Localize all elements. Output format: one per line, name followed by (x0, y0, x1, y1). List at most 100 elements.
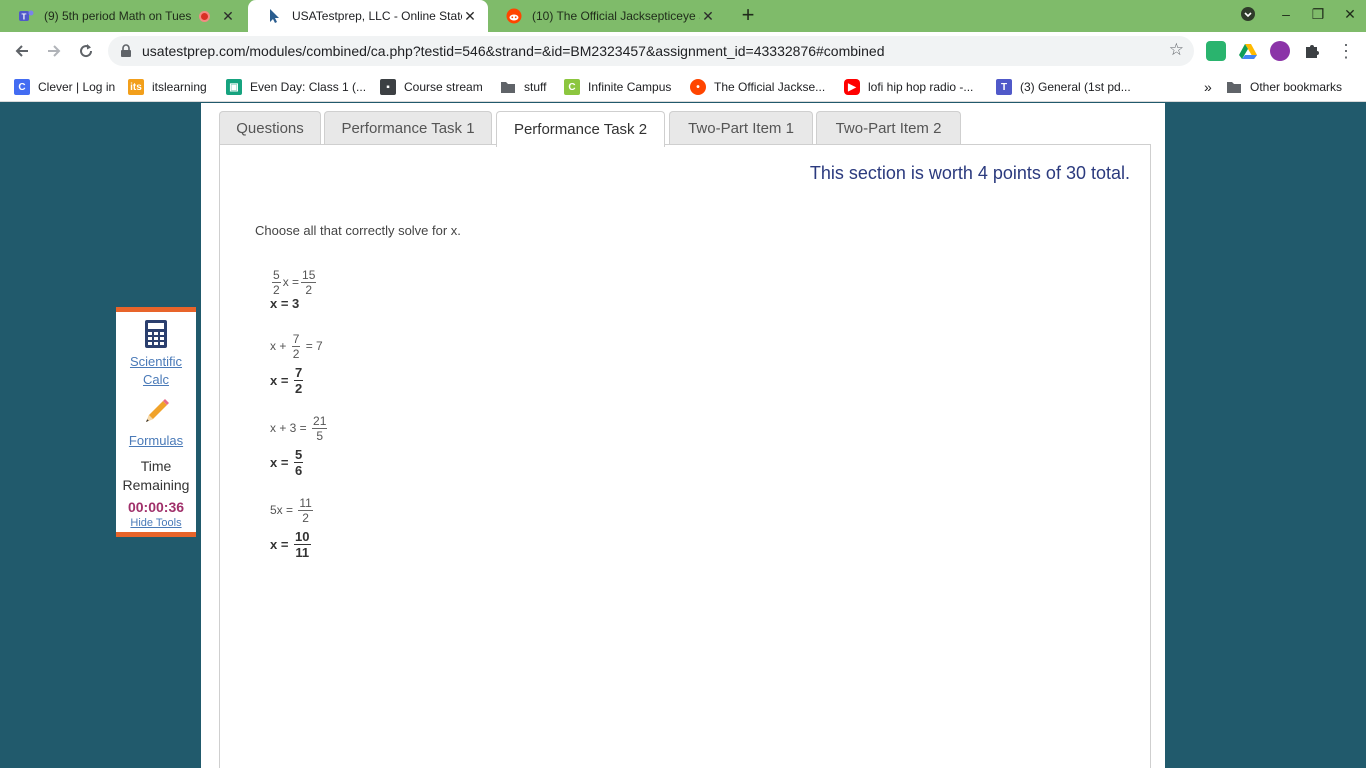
course-stream-icon: ▪ (380, 79, 396, 95)
bookmark-classroom[interactable]: ▣ Even Day: Class 1 (... (226, 78, 366, 96)
scientific-calc-tool[interactable]: Scientific Calc (116, 320, 196, 389)
bookmark-itslearning[interactable]: its itslearning (128, 78, 207, 96)
option-equation: 5x = 11 2 (270, 495, 313, 525)
teams-icon: T (18, 8, 34, 24)
fraction: 56 (294, 446, 304, 478)
bookmark-label: stuff (524, 80, 547, 94)
forward-button[interactable] (42, 39, 66, 63)
tools-panel: Scientific Calc Formulas Time Remaining 00… (116, 307, 196, 537)
tab-search-icon[interactable] (1238, 6, 1258, 26)
reddit-icon (506, 8, 522, 24)
itslearning-icon: its (128, 79, 144, 95)
timer-value: 00:00:36 (127, 499, 185, 515)
close-tab-icon[interactable]: ✕ (700, 8, 716, 24)
cursor-favicon-icon (266, 8, 282, 24)
option-equation: x + 72 = 7 (270, 331, 323, 361)
bookmark-teams-general[interactable]: T (3) General (1st pd... (996, 78, 1131, 96)
bookmark-label: (3) General (1st pd... (1020, 80, 1131, 94)
option-equation: x + 3 = 21 5 (270, 413, 328, 443)
bookmark-lofi[interactable]: ▶ lofi hip hop radio -... (844, 78, 973, 96)
bookmark-label: Infinite Campus (588, 80, 672, 94)
clever-icon: C (14, 79, 30, 95)
extension-w-icon[interactable] (1270, 41, 1290, 61)
grammar-extension-icon[interactable] (1206, 41, 1226, 61)
bookmark-label: Clever | Log in (38, 80, 116, 94)
scientific-calc-link[interactable]: Scientific Calc (116, 353, 196, 389)
test-content-area: Questions Performance Task 1 Performance… (201, 103, 1165, 768)
google-drive-icon[interactable] (1238, 41, 1258, 61)
classroom-icon: ▣ (226, 79, 242, 95)
bookmark-label: The Official Jackse... (714, 80, 826, 94)
bookmark-label: Course stream (404, 80, 483, 94)
hide-tools-link[interactable]: Hide Tools (116, 517, 196, 529)
fraction: 15 2 (301, 267, 317, 297)
browser-tab-bar: T (9) 5th period Math on Tues ✕ USATestp… (0, 0, 1366, 32)
time-label: Time Remaining (122, 458, 190, 493)
tab-performance-task-1[interactable]: Performance Task 1 (324, 111, 492, 145)
youtube-icon: ▶ (844, 79, 860, 95)
pencil-icon (141, 399, 171, 431)
svg-text:T: T (22, 13, 27, 22)
browser-toolbar: usatestprep.com/modules/combined/ca.php?… (0, 32, 1366, 70)
time-remaining: Time Remaining 00:00:36 (116, 457, 196, 515)
folder-icon (1226, 79, 1242, 95)
bookmark-clever[interactable]: C Clever | Log in (14, 78, 115, 96)
new-tab-button[interactable]: + (736, 4, 760, 28)
answer-option-3[interactable]: x + 3 = 21 5 x = 56 (270, 411, 329, 479)
close-tab-icon[interactable]: ✕ (220, 8, 236, 24)
close-tab-icon[interactable]: ✕ (462, 8, 478, 24)
address-bar[interactable]: usatestprep.com/modules/combined/ca.php?… (108, 36, 1194, 66)
reload-button[interactable] (74, 39, 98, 63)
extensions-puzzle-icon[interactable] (1302, 41, 1322, 61)
tab-title: (10) The Official Jacksepticeye S (532, 9, 700, 23)
folder-icon (500, 79, 516, 95)
other-bookmarks[interactable]: Other bookmarks (1226, 78, 1342, 96)
restore-icon[interactable]: ❐ (1308, 6, 1328, 26)
browser-tab-teams[interactable]: T (9) 5th period Math on Tues ✕ (0, 0, 246, 32)
reddit-icon: • (690, 79, 706, 95)
bookmark-course-stream[interactable]: ▪ Course stream (380, 78, 483, 96)
fraction: 52 (272, 267, 281, 297)
bookmark-jacksepticeye[interactable]: • The Official Jackse... (690, 78, 825, 96)
tab-questions[interactable]: Questions (219, 111, 321, 145)
section-worth-text: This section is worth 4 points of 30 tot… (809, 163, 1130, 183)
formulas-tool[interactable]: Formulas (116, 397, 196, 450)
tab-two-part-item-2[interactable]: Two-Part Item 2 (816, 111, 961, 145)
teams-icon: T (996, 79, 1012, 95)
question-panel: This section is worth 4 points of 30 tot… (219, 144, 1151, 768)
fraction: 21 5 (312, 413, 328, 443)
browser-tab-reddit[interactable]: (10) The Official Jacksepticeye S ✕ (488, 0, 726, 32)
bookmarks-bar: C Clever | Log in its itslearning ▣ Even… (0, 70, 1366, 102)
question-prompt: Choose all that correctly solve for x. (255, 223, 461, 238)
fraction: 72 (291, 331, 301, 361)
fraction: 11 2 (298, 495, 313, 525)
tab-performance-task-2[interactable]: Performance Task 2 (496, 111, 665, 147)
bookmark-infinite-campus[interactable]: C Infinite Campus (564, 78, 671, 96)
fraction: 72 (294, 364, 304, 396)
bookmark-star-icon[interactable]: ☆ (1169, 40, 1184, 60)
other-bookmarks-label: Other bookmarks (1250, 80, 1343, 94)
tab-title: (9) 5th period Math on Tues (44, 9, 192, 23)
bookmarks-overflow-icon[interactable]: » (1204, 78, 1212, 96)
option-equation: 52 x = 15 2 (272, 267, 317, 297)
bookmark-label: itslearning (152, 80, 207, 94)
url-text: usatestprep.com/modules/combined/ca.php?… (142, 43, 885, 59)
option-solution: x = 56 (270, 446, 304, 478)
recording-icon (199, 10, 210, 22)
formulas-link[interactable]: Formulas (116, 432, 196, 450)
tab-two-part-item-1[interactable]: Two-Part Item 1 (669, 111, 813, 145)
minimize-icon[interactable]: – (1276, 6, 1296, 26)
window-close-icon[interactable]: ✕ (1340, 6, 1360, 26)
option-solution: x = 10 11 (270, 528, 311, 560)
fraction: 10 11 (294, 528, 311, 560)
browser-menu-icon[interactable]: ⋮ (1336, 41, 1356, 61)
option-solution: x = 72 (270, 364, 304, 396)
answer-option-2[interactable]: x + 72 = 7 x = 72 (270, 329, 323, 397)
bookmark-label: Even Day: Class 1 (... (250, 80, 367, 94)
back-button[interactable] (10, 39, 34, 63)
bookmark-stuff[interactable]: stuff (500, 78, 546, 96)
answer-option-1[interactable]: 52 x = 15 2 x = 3 (270, 265, 318, 311)
browser-tab-usatestprep[interactable]: USATestprep, LLC - Online State-S ✕ (248, 0, 488, 32)
answer-option-4[interactable]: 5x = 11 2 x = 10 11 (270, 493, 315, 561)
lock-icon (120, 44, 132, 63)
